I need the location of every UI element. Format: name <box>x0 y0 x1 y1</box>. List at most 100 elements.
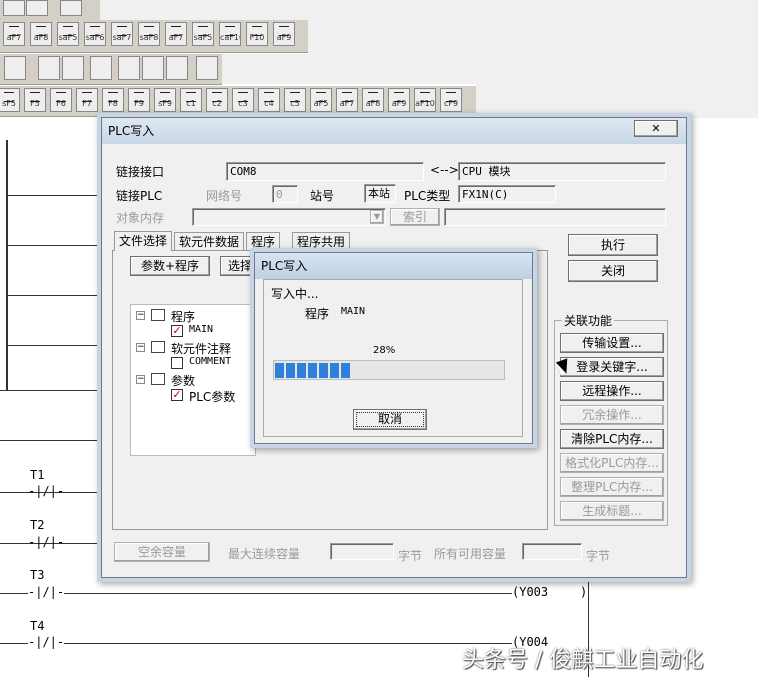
contact-symbol[interactable]: -|/|- <box>28 484 64 498</box>
contact-symbol[interactable]: -|/|- <box>28 535 64 549</box>
toolbar-button[interactable]: c4 <box>258 88 280 112</box>
toolbar-button[interactable]: c3 <box>232 88 254 112</box>
toolbar-button[interactable]: saF5 <box>57 22 79 46</box>
related-button[interactable]: 传输设置... <box>560 333 664 353</box>
close-label: 关闭 <box>600 264 625 278</box>
toolbar-button[interactable]: aF8 <box>30 22 52 46</box>
toolbar-button[interactable]: F6 <box>50 88 72 112</box>
tab-program[interactable]: 程序 <box>246 232 281 250</box>
toolbar-button[interactable]: c5 <box>284 88 306 112</box>
ladder-rung-line <box>0 390 103 391</box>
tree-device-comment[interactable]: 软元件注释 <box>171 340 231 357</box>
index-field <box>444 208 666 226</box>
tree-params[interactable]: 参数 <box>171 372 195 389</box>
network-no-field: 0 <box>272 185 298 203</box>
close-button[interactable]: 关闭 <box>568 260 658 282</box>
toolbar-button[interactable]: F7 <box>76 88 98 112</box>
toolbar-button[interactable]: saF6 <box>84 22 106 46</box>
free-capacity-label: 空余容量 <box>137 545 186 559</box>
ladder-symbol-icon <box>342 92 352 102</box>
tree-program[interactable]: 程序 <box>171 308 195 325</box>
coil-label[interactable]: (Y003 <box>512 585 549 599</box>
related-title: 关联功能 <box>562 312 615 329</box>
toolbar-icon[interactable] <box>196 56 218 80</box>
toolbar-button[interactable]: F9 <box>128 88 150 112</box>
toolbar-icon[interactable] <box>3 0 25 16</box>
toolbar-button[interactable]: sF5 <box>0 88 20 112</box>
target-memory-label: 对象内存 <box>116 211 165 225</box>
progress-segment <box>341 363 350 378</box>
index-button[interactable]: 索引 <box>390 208 440 226</box>
toolbar-button[interactable]: aF9 <box>388 88 410 112</box>
toolbar-button[interactable]: F5 <box>24 88 46 112</box>
contact-label: T4 <box>30 619 45 633</box>
checkbox-main[interactable]: ✓ <box>171 325 183 337</box>
tab-device-data[interactable]: 软元件数据 <box>174 232 245 250</box>
toolbar-icon[interactable] <box>60 0 82 16</box>
related-button[interactable]: 格式化PLC内存... <box>560 453 664 473</box>
ladder-symbol-icon <box>394 92 404 102</box>
toolbar-button[interactable]: F8 <box>102 88 124 112</box>
progress-segment <box>275 363 284 378</box>
cpu-module-value: CPU 模块 <box>462 165 511 178</box>
chevron-down-icon[interactable]: ▼ <box>370 210 384 224</box>
checkbox-plc-params[interactable]: ✓ <box>171 389 183 401</box>
related-button[interactable]: 冗余操作... <box>560 405 664 425</box>
toolbar-row-2: aF7aF8saF5saF6saF7saF8aF7saF5caF10F10aF9 <box>0 20 308 53</box>
toolbar-button[interactable]: c2 <box>206 88 228 112</box>
toolbar-button[interactable]: aF7 <box>336 88 358 112</box>
contact-label: T1 <box>30 468 45 482</box>
toolbar-button[interactable]: saF5 <box>192 22 214 46</box>
execute-label: 执行 <box>600 238 625 252</box>
toolbar-icon[interactable] <box>142 56 164 80</box>
ladder-symbol-icon <box>252 26 262 36</box>
toolbar-button[interactable]: aF5 <box>310 88 332 112</box>
toolbar-button[interactable]: c1 <box>180 88 202 112</box>
related-button[interactable]: 远程操作... <box>560 381 664 401</box>
ladder-symbol-icon <box>117 26 127 36</box>
cpu-module-field: CPU 模块 <box>458 162 666 181</box>
tab-file-select[interactable]: 文件选择 <box>114 231 173 251</box>
toolbar-button[interactable]: cF9 <box>440 88 462 112</box>
related-button[interactable]: 清除PLC内存... <box>560 429 664 449</box>
related-button[interactable]: 登录关键字... <box>560 357 664 377</box>
toolbar-button[interactable]: aF9 <box>273 22 295 46</box>
search-icon[interactable] <box>90 56 112 80</box>
free-capacity-button[interactable]: 空余容量 <box>114 542 210 562</box>
toolbar-button[interactable]: sF9 <box>154 88 176 112</box>
collapse-icon[interactable]: − <box>136 343 145 352</box>
checkbox-comment[interactable] <box>171 357 183 369</box>
toolbar-button[interactable]: caF10 <box>219 22 241 46</box>
contact-symbol[interactable]: -|/|- <box>28 585 65 599</box>
related-button[interactable]: 整理PLC内存... <box>560 477 664 497</box>
target-memory-select[interactable] <box>192 208 386 226</box>
toolbar-button[interactable]: aF7 <box>3 22 25 46</box>
collapse-icon[interactable]: − <box>136 375 145 384</box>
execute-button[interactable]: 执行 <box>568 234 658 256</box>
toolbar-button[interactable]: aF10 <box>414 88 436 112</box>
related-button[interactable]: 生成标题... <box>560 501 664 521</box>
progress-segment <box>297 363 306 378</box>
ladder-symbol-icon <box>316 92 326 102</box>
toolbar-button[interactable]: saF8 <box>138 22 160 46</box>
program-icon <box>151 309 165 321</box>
toolbar-button[interactable]: F10 <box>246 22 268 46</box>
link-port-field[interactable]: COM8 <box>226 162 424 181</box>
toolbar-button[interactable]: aF8 <box>362 88 384 112</box>
contact-label: T2 <box>30 518 45 532</box>
toolbar-icon[interactable] <box>26 0 48 16</box>
toolbar-icon[interactable] <box>118 56 140 80</box>
param-program-button[interactable]: 参数+程序 <box>130 256 210 276</box>
toolbar-icon[interactable] <box>4 56 26 80</box>
tab-label: 软元件数据 <box>179 235 240 249</box>
toolbar-button[interactable]: aF7 <box>165 22 187 46</box>
contact-symbol[interactable]: -|/|- <box>28 635 65 649</box>
tab-program-common[interactable]: 程序共用 <box>292 232 351 250</box>
dialog-close-button[interactable]: ✕ <box>634 120 678 137</box>
toolbar-icon[interactable] <box>166 56 188 80</box>
collapse-icon[interactable]: − <box>136 311 145 320</box>
toolbar-icon[interactable] <box>38 56 60 80</box>
toolbar-icon[interactable] <box>62 56 84 80</box>
toolbar-button[interactable]: saF7 <box>111 22 133 46</box>
cancel-button[interactable]: 取消 <box>353 409 427 430</box>
